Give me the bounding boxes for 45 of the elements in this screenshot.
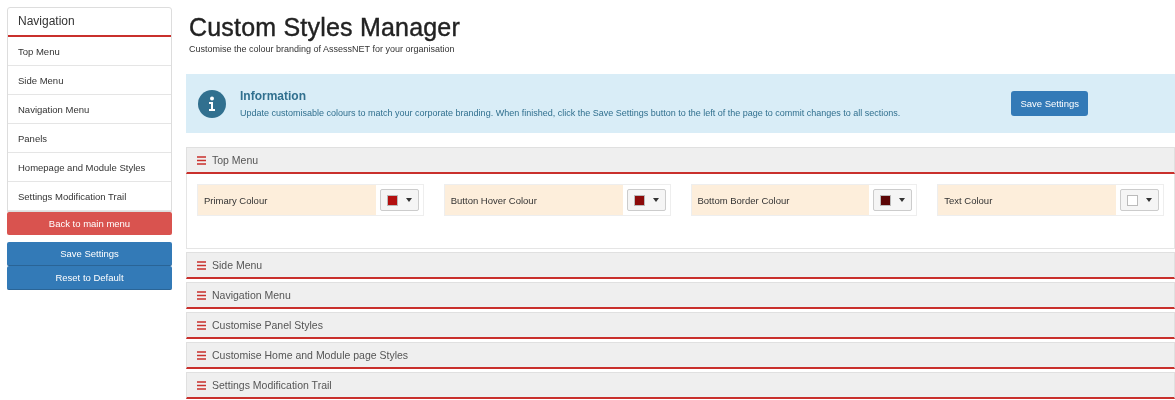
section-title: Navigation Menu bbox=[212, 289, 291, 301]
section-title: Settings Modification Trail bbox=[212, 379, 332, 391]
colour-picker[interactable] bbox=[379, 189, 419, 211]
sidebar-button[interactable]: Save Settings bbox=[7, 242, 172, 266]
section-header[interactable]: Settings Modification Trail bbox=[186, 372, 1175, 399]
section-title: Top Menu bbox=[212, 154, 259, 166]
field-label: Button Hover Colour bbox=[444, 185, 623, 215]
section-header[interactable]: Side Menu bbox=[186, 252, 1175, 279]
page-subtitle: Customise the colour branding of AssessNET for your organisation bbox=[189, 44, 456, 54]
sidebar-button[interactable]: Reset to Default bbox=[7, 266, 172, 290]
section-title: Side Menu bbox=[212, 259, 263, 271]
nav-item[interactable]: Side Menu bbox=[8, 66, 171, 95]
nav-item[interactable]: Top Menu bbox=[8, 37, 171, 66]
info-title: Information bbox=[240, 89, 307, 103]
menu-icon bbox=[197, 380, 206, 390]
section-header[interactable]: Navigation Menu bbox=[186, 282, 1175, 309]
colour-picker[interactable] bbox=[626, 189, 666, 211]
menu-icon bbox=[197, 260, 206, 270]
section-title: Customise Home and Module page Styles bbox=[212, 349, 409, 361]
info-text: Update customisable colours to match your corporate branding. When finished, click the Save Settings button to the left of the page to commit changes to all sections. bbox=[240, 108, 902, 118]
menu-icon bbox=[197, 290, 206, 300]
caret-icon bbox=[405, 198, 412, 202]
caret-icon bbox=[1146, 198, 1152, 202]
info-icon bbox=[198, 89, 226, 118]
section-header[interactable]: Customise Home and Module page Styles bbox=[186, 342, 1175, 369]
section-header[interactable]: Top Menu bbox=[186, 147, 1175, 174]
nav-title: Navigation bbox=[8, 8, 171, 37]
field-label: Primary Colour bbox=[198, 185, 376, 215]
page-title: Custom Styles Manager bbox=[189, 13, 461, 42]
section-header[interactable]: Customise Panel Styles bbox=[186, 312, 1175, 339]
back-button[interactable]: Back to main menu bbox=[7, 212, 172, 235]
field-label: Text Colour bbox=[938, 185, 1116, 215]
caret-icon bbox=[899, 198, 906, 202]
menu-icon bbox=[197, 320, 206, 330]
save-button[interactable]: Save Settings bbox=[1011, 91, 1088, 116]
field-label: Bottom Border Colour bbox=[691, 185, 870, 215]
nav-item[interactable]: Navigation Menu bbox=[8, 95, 171, 124]
colour-picker[interactable] bbox=[873, 189, 913, 211]
caret-icon bbox=[652, 198, 659, 202]
menu-icon bbox=[197, 155, 206, 165]
nav-item[interactable]: Settings Modification Trail bbox=[8, 182, 171, 211]
menu-icon bbox=[197, 350, 206, 360]
nav-item[interactable]: Panels bbox=[8, 124, 171, 153]
section-title: Customise Panel Styles bbox=[212, 319, 323, 331]
nav-item[interactable]: Homepage and Module Styles bbox=[8, 153, 171, 182]
